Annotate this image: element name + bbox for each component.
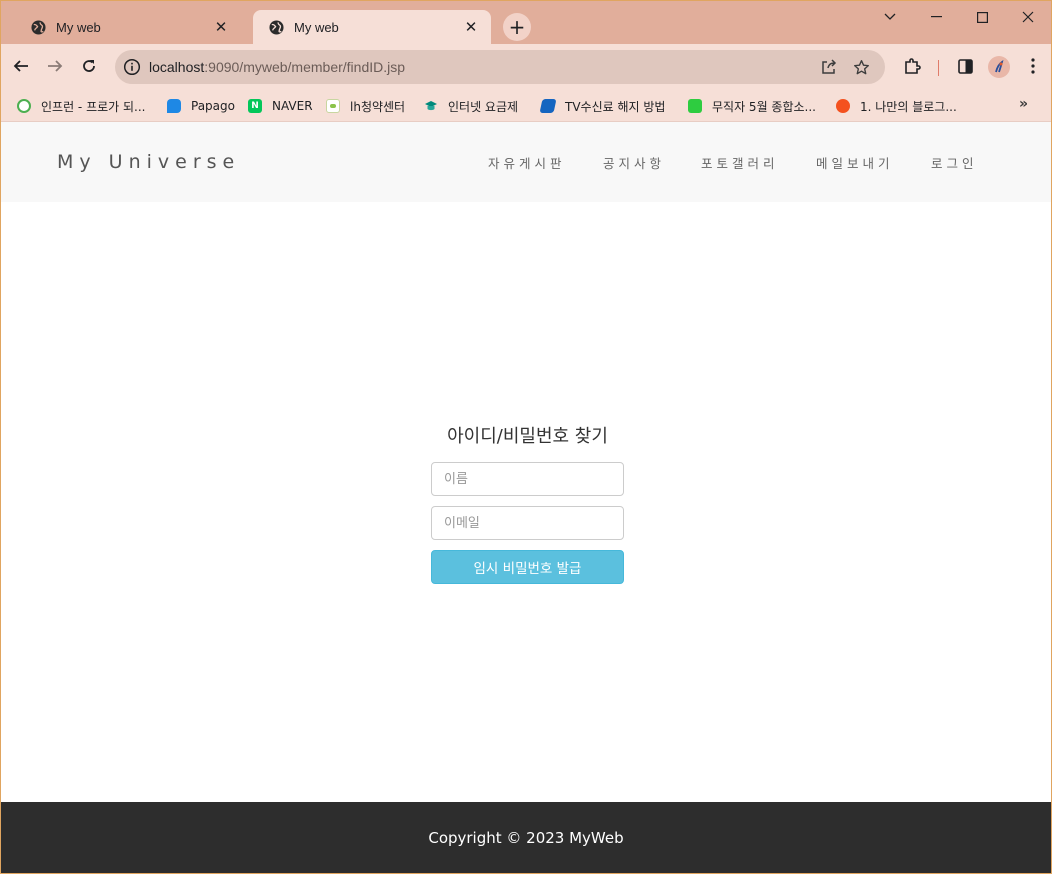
bookmark-item[interactable]: N NAVER: [248, 96, 313, 116]
bookmark-label: TV수신료 해지 방법: [565, 99, 666, 114]
url-text: localhost:9090/myweb/member/findID.jsp: [149, 59, 405, 75]
side-panel-icon[interactable]: [950, 51, 980, 81]
site-brand[interactable]: My Universe: [57, 151, 240, 173]
tab-active[interactable]: My web ✕: [253, 10, 491, 44]
naver-icon: N: [248, 99, 262, 113]
bookmark-item[interactable]: Papago: [167, 96, 235, 116]
minimize-icon[interactable]: [913, 3, 959, 31]
globe-icon: [31, 19, 46, 35]
globe-icon: [269, 19, 284, 35]
forward-arrow-icon[interactable]: [40, 51, 70, 81]
bookmark-star-icon[interactable]: [850, 56, 872, 78]
chat-icon: [688, 99, 702, 113]
toolbar-separator: [938, 60, 939, 76]
bookmarks-bar: 인프런 - 프로가 되... Papago N NAVER lh청약센터 인터넷…: [1, 90, 1051, 122]
browser-window: My web ✕ My web ✕ + localhost:9090/myweb…: [0, 0, 1052, 874]
site-footer: Copyright © 2023 MyWeb: [1, 802, 1051, 873]
name-input[interactable]: [431, 462, 624, 496]
window-close-icon[interactable]: [1005, 3, 1051, 31]
profile-avatar[interactable]: [988, 56, 1010, 78]
info-icon[interactable]: [123, 58, 141, 76]
reload-icon[interactable]: [74, 51, 104, 81]
address-bar[interactable]: localhost:9090/myweb/member/findID.jsp: [115, 50, 885, 84]
tab-title: My web: [294, 19, 339, 35]
issue-temp-password-button[interactable]: 임시 비밀번호 발급: [431, 550, 624, 584]
footer-copyright: Copyright © 2023 MyWeb: [428, 829, 624, 847]
bookmark-item[interactable]: 무직자 5월 종합소...: [688, 96, 816, 116]
bookmark-item[interactable]: lh청약센터: [326, 96, 405, 116]
tab-inactive[interactable]: My web ✕: [3, 10, 241, 44]
nav-photo-gallery[interactable]: 포토갤러리: [701, 153, 779, 172]
bookmark-item[interactable]: 1. 나만의 블로그...: [836, 96, 957, 116]
browser-toolbar: localhost:9090/myweb/member/findID.jsp: [1, 44, 1051, 90]
tab-strip: My web ✕ My web ✕ +: [1, 1, 1051, 44]
more-bookmarks-button[interactable]: »: [1019, 96, 1028, 112]
site-navbar: My Universe 자유게시판 공지사항 포토갤러리 메일보내기 로그인: [1, 122, 1051, 202]
web-page: My Universe 자유게시판 공지사항 포토갤러리 메일보내기 로그인 아…: [1, 122, 1051, 873]
kebab-menu-icon[interactable]: [1018, 51, 1048, 81]
nav-send-mail[interactable]: 메일보내기: [816, 153, 894, 172]
new-tab-button[interactable]: +: [503, 13, 531, 41]
inflearn-icon: [17, 99, 31, 113]
tab-search-chevron-icon[interactable]: [867, 3, 913, 31]
bookmark-label: 인터넷 요금제: [448, 99, 519, 114]
bookmark-label: Papago: [191, 99, 235, 113]
form-title: 아이디/비밀번호 찾기: [447, 426, 608, 447]
tistory-icon: [836, 99, 850, 113]
tab-title: My web: [56, 19, 101, 35]
bookmark-label: 인프런 - 프로가 되...: [41, 99, 146, 114]
find-account-form: 아이디/비밀번호 찾기 임시 비밀번호 발급: [431, 422, 624, 584]
back-arrow-icon[interactable]: [6, 51, 36, 81]
extensions-puzzle-icon[interactable]: [897, 51, 927, 81]
kbs-icon: [539, 99, 557, 113]
papago-icon: [167, 99, 181, 113]
bookmark-item[interactable]: 인터넷 요금제: [424, 96, 518, 116]
tab-close-icon[interactable]: ✕: [463, 18, 479, 36]
bookmark-label: 무직자 5월 종합소...: [712, 99, 816, 114]
bookmark-item[interactable]: 인프런 - 프로가 되...: [17, 96, 146, 116]
share-icon[interactable]: [818, 56, 840, 78]
url-host: localhost: [149, 59, 205, 75]
email-input[interactable]: [431, 506, 624, 540]
bookmark-item[interactable]: TV수신료 해지 방법: [539, 96, 666, 116]
bookmark-label: lh청약센터: [350, 99, 406, 114]
bookmark-label: 1. 나만의 블로그...: [860, 99, 957, 114]
lh-icon: [326, 99, 340, 113]
graduation-icon: [425, 101, 437, 111]
maximize-icon[interactable]: [959, 3, 1005, 31]
tab-close-icon[interactable]: ✕: [213, 18, 229, 36]
nav-notice[interactable]: 공지사항: [603, 153, 665, 172]
nav-free-board[interactable]: 자유게시판: [488, 153, 566, 172]
url-path: :9090/myweb/member/findID.jsp: [204, 59, 406, 75]
bookmark-label: NAVER: [272, 99, 313, 113]
nav-login[interactable]: 로그인: [931, 153, 978, 172]
